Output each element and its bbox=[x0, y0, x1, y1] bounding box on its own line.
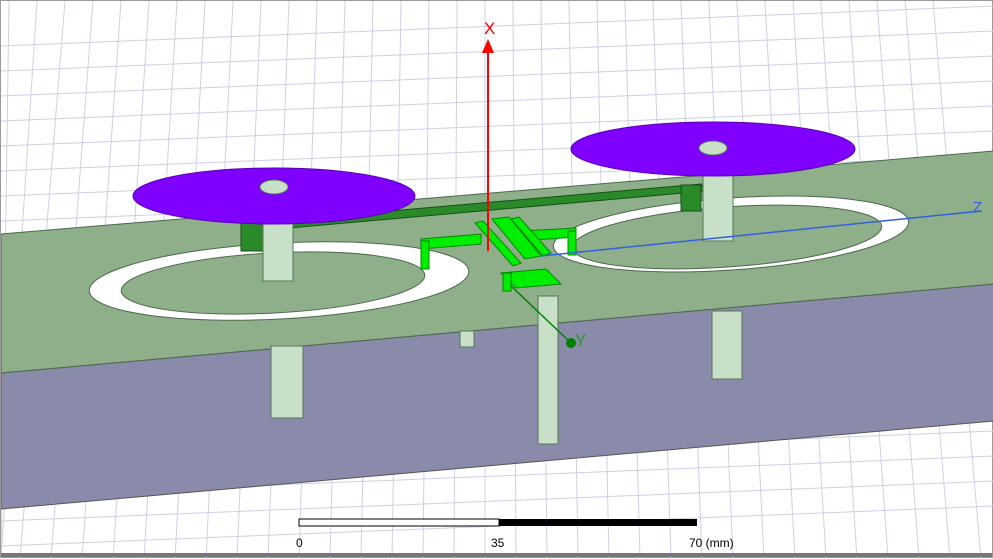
grid-line bbox=[1, 55, 993, 97]
status-strip bbox=[1, 553, 992, 557]
grid-line bbox=[1, 80, 993, 122]
model-canvas[interactable] bbox=[1, 1, 993, 559]
scale-tick-35: 35 bbox=[491, 536, 505, 550]
lower-post-center bbox=[459, 330, 475, 348]
scale-bar-white bbox=[298, 518, 500, 527]
grid-line bbox=[1, 30, 993, 72]
post-top-right bbox=[698, 140, 728, 156]
feed-probe bbox=[537, 295, 559, 445]
3d-viewport[interactable]: X Y Z 0 35 70 (mm) bbox=[0, 0, 993, 559]
scale-tick-70: 70 (mm) bbox=[689, 536, 734, 550]
x-axis-label: X bbox=[484, 19, 496, 38]
post-top-left bbox=[259, 179, 289, 195]
patch-disc-left bbox=[132, 167, 416, 225]
lower-post-right bbox=[711, 310, 743, 380]
right-feed-stub bbox=[680, 184, 702, 212]
lower-post-left bbox=[270, 345, 304, 419]
x-axis-arrow bbox=[482, 39, 494, 53]
z-axis-label: Z bbox=[973, 199, 983, 216]
left-feed-stub bbox=[240, 222, 264, 252]
scale-tick-0: 0 bbox=[296, 536, 303, 550]
grid-line bbox=[1, 5, 993, 47]
scale-bar-black bbox=[499, 519, 697, 526]
y-axis-label: Y bbox=[575, 331, 587, 350]
